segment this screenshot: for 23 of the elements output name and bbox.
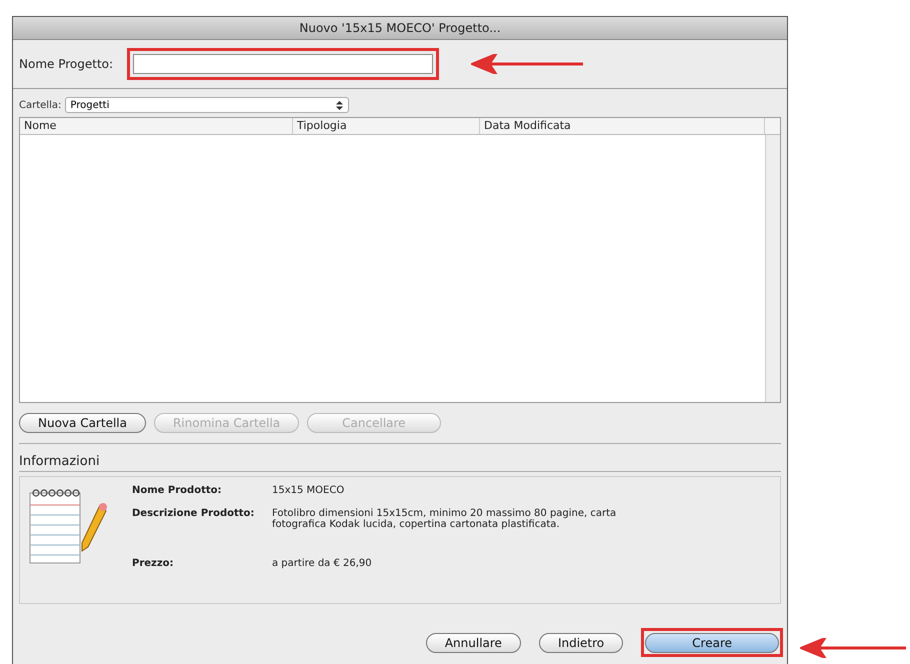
field-value: Fotolibro dimensioni 15x15cm, minimo 20 massimo 80 pagine, carta fotografica Kodak lucida, copertina cartonata plastificata.	[272, 508, 618, 530]
field-value: a partire da € 26,90	[272, 558, 373, 569]
section-title: Informazioni	[19, 454, 781, 472]
window-title: Nuovo '15x15 MOECO' Progetto...	[299, 21, 501, 35]
dialog-button[interactable]: Indietro	[538, 632, 624, 652]
scroll-bar[interactable]	[765, 135, 780, 402]
column-header[interactable]: Nome	[20, 118, 293, 134]
arrow-icon	[800, 638, 906, 658]
project-name-label: Nome Progetto:	[19, 57, 114, 71]
updown-arrows-icon	[335, 100, 344, 110]
field-label: Descrizione Prodotto:	[132, 508, 256, 521]
folder-dropdown[interactable]: Progetti	[65, 97, 350, 113]
project-name-field[interactable]	[133, 54, 434, 74]
folder-label: Cartella:	[19, 100, 62, 110]
column-header[interactable]: Data Modificata	[480, 118, 765, 134]
dialog-button[interactable]: Creare	[645, 633, 779, 653]
field-label: Prezzo:	[132, 558, 175, 569]
folder-button[interactable]: Nuova Cartella	[19, 413, 146, 433]
field-value: 15x15 MOECO	[272, 485, 346, 496]
dialog-button[interactable]: Annullare	[426, 632, 521, 652]
arrow-icon	[471, 54, 583, 74]
field-label: Nome Prodotto:	[132, 485, 223, 496]
column-header[interactable]: Tipologia	[293, 118, 480, 134]
